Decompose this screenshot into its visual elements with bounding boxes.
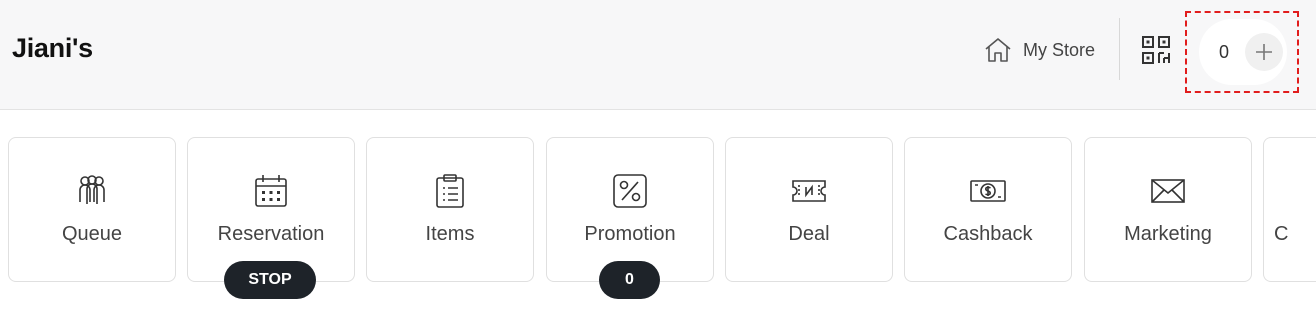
tile-label: Promotion [584,223,676,245]
store-name: Jiani's [12,33,93,63]
tile-label: Deal [788,223,830,245]
tile-label: Marketing [1124,223,1212,245]
feature-tiles: Queue Reservation Items Promotion Deal C… [0,137,1316,299]
tile-label: C [1274,223,1289,245]
banknote-dollar-icon [970,180,1006,202]
promotion-count-badge: 0 [599,261,660,299]
tile-partial[interactable]: C [1263,137,1316,282]
top-header: Jiani's My Store 0 [0,0,1316,110]
counter-highlight: 0 [1185,11,1299,93]
queue-people-icon [79,175,105,204]
reservation-status-badge: STOP [224,261,316,299]
calendar-icon [255,175,287,207]
ticket-icon [792,180,826,202]
plus-icon [1256,44,1272,60]
header-divider [1119,18,1120,80]
tile-items[interactable]: Items [366,137,534,282]
tile-deal[interactable]: Deal [725,137,893,282]
counter-pill: 0 [1199,19,1287,85]
qr-code-icon[interactable] [1141,35,1171,65]
percent-icon [613,174,647,208]
tile-queue[interactable]: Queue [8,137,176,282]
tile-label: Items [425,223,475,245]
clipboard-list-icon [436,174,464,208]
tile-label: Reservation [217,223,325,245]
counter-value: 0 [1218,41,1229,62]
tile-marketing[interactable]: Marketing [1084,137,1252,282]
tile-cashback[interactable]: Cashback [904,137,1072,282]
tile-label: Cashback [943,223,1033,245]
add-button[interactable] [1245,33,1283,71]
my-store-label: My Store [1023,39,1096,60]
home-icon [985,38,1011,62]
my-store-link[interactable]: My Store [983,35,1095,65]
tile-label: Queue [61,223,123,245]
envelope-icon [1151,179,1185,203]
